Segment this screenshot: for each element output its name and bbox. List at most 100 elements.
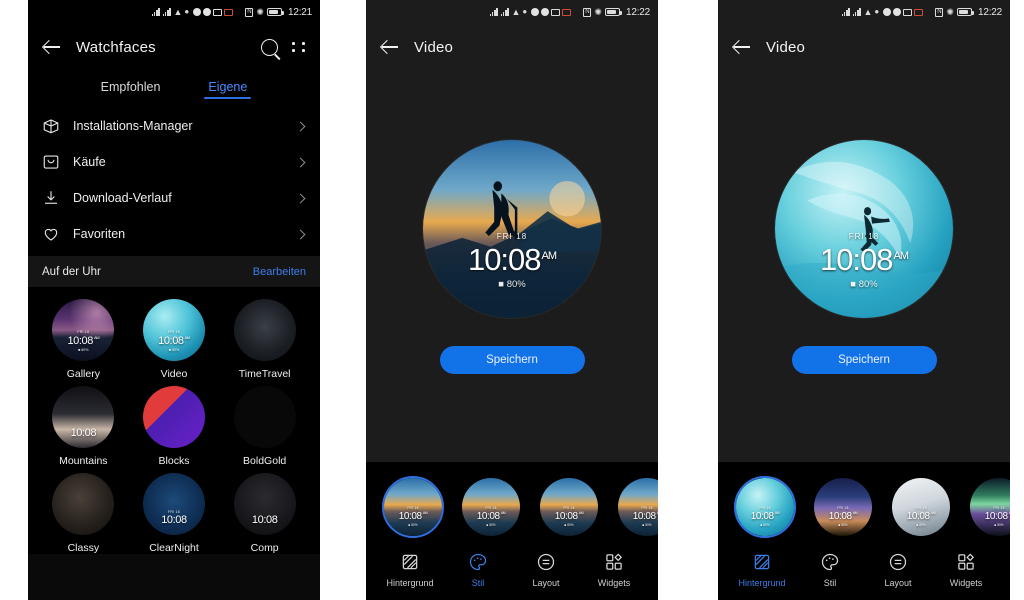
wifi-icon: ▲ xyxy=(863,7,873,17)
watchface-item-timetravel[interactable]: TimeTravel xyxy=(219,299,310,380)
watchface-thumbnail[interactable]: FRI 1810:08AM■ 80% xyxy=(736,478,794,536)
nav-item-stil[interactable]: Stil xyxy=(445,552,511,588)
carousel-thumb[interactable]: FRI 1810:08AM■ 80% xyxy=(616,476,658,538)
bottom-panel: FRI 18 10:08AM ■ 80% FRI 18 10:08AM ■ 80% FRI … xyxy=(718,462,1010,600)
signal-icon xyxy=(151,8,161,16)
save-button[interactable]: Speichern xyxy=(791,346,937,374)
carousel-thumb-selected[interactable]: FRI 18 10:08AM ■ 80% xyxy=(382,476,444,538)
watchface-item-comp[interactable]: 10:08 Comp xyxy=(219,473,310,554)
watchface-thumbnail[interactable]: FRI 1810:08AM■ 80% xyxy=(540,478,598,536)
back-arrow-icon[interactable] xyxy=(732,37,752,57)
watchface-thumbnail[interactable]: FRI 1810:08AM■ 80% xyxy=(970,478,1010,536)
editor-area: FRI 18 10:08AM ■ 80% Speichern FRI 18 10:… xyxy=(366,70,658,600)
carousel-thumb[interactable]: FRI 1810:08AM■ 80% xyxy=(460,476,522,538)
watchface-thumbnail[interactable] xyxy=(233,299,296,361)
surfer-silhouette xyxy=(775,161,953,318)
watch-time: 10:08AM xyxy=(750,510,780,522)
menu-item-label: Favoriten xyxy=(73,227,126,241)
watchface-item-gallery[interactable]: FRI 18 10:08AM ■ 80% Gallery xyxy=(38,299,129,380)
nav-item-widgets[interactable]: Widgets xyxy=(933,552,999,588)
menu-item-installations-manager[interactable]: Installations-Manager xyxy=(28,108,320,144)
bluetooth-icon: ✺ xyxy=(946,7,954,17)
watch-readout: FRI 1810:08AM■ 80% xyxy=(540,507,598,527)
watchface-item-classy[interactable]: Classy xyxy=(38,473,129,554)
carousel-thumb[interactable]: FRI 1810:08AM■ 80% xyxy=(890,476,952,538)
signal-icon xyxy=(489,8,499,16)
save-button[interactable]: Speichern xyxy=(439,346,585,374)
watchface-thumbnail[interactable] xyxy=(52,473,115,535)
watch-time: 10:08AM xyxy=(476,510,506,522)
watch-readout: 10:08 xyxy=(52,427,114,439)
watchface-item-video[interactable]: FRI 18 10:08AM ■ 80% Video xyxy=(129,299,220,380)
watchface-preview[interactable]: FRI 18 10:08AM ■ 80% xyxy=(775,140,953,318)
watch-date: FRI 18 xyxy=(759,506,771,511)
watchface-preview[interactable]: FRI 18 10:08AM ■ 80% xyxy=(423,140,601,318)
back-arrow-icon[interactable] xyxy=(380,37,400,57)
status-icons-right: N ✺ 12:22 xyxy=(935,7,1002,18)
menu-item-label: Käufe xyxy=(73,155,106,169)
back-arrow-icon[interactable] xyxy=(42,37,62,57)
widgets-icon xyxy=(956,552,976,572)
watchface-thumbnail[interactable]: FRI 1810:08AM■ 80% xyxy=(892,478,950,536)
app-icon-2 xyxy=(541,8,550,16)
menu-item-kaeufe[interactable]: Käufe xyxy=(28,144,320,180)
watchface-item-boldgold[interactable]: BoldGold xyxy=(219,386,310,467)
watchface-thumbnail[interactable]: 10:08 xyxy=(233,473,296,535)
phone-panel-background-editor: ▲ ● N ✺ 12:22 Video FRI 18 10:08AM ■ 80%… xyxy=(718,0,1010,600)
app-icon-1 xyxy=(883,8,892,16)
app-icon-3 xyxy=(213,8,223,16)
tab-eigene[interactable]: Eigene xyxy=(204,74,252,102)
nav-item-layout[interactable]: Layout xyxy=(513,552,579,588)
watchface-thumbnail[interactable]: FRI 1810:08AM■ 80% xyxy=(384,478,442,536)
watch-time: 10:08AM xyxy=(554,510,584,522)
watch-battery: ■ 80% xyxy=(642,522,652,527)
watch-readout: FRI 1810:08AM■ 80% xyxy=(814,507,872,527)
watchface-thumbnail[interactable]: FRI 1810:08AM■ 80% xyxy=(52,299,115,361)
watch-time: 10:08AM xyxy=(906,510,936,522)
alarm-icon: ● xyxy=(874,7,880,16)
watchface-thumbnail[interactable] xyxy=(142,386,205,448)
watch-battery: ■ 80% xyxy=(168,347,180,352)
watchface-thumbnail[interactable]: FRI 1810:08AM■ 80% xyxy=(814,478,872,536)
watch-time: 10:08AM xyxy=(158,334,190,347)
phone-panel-style-editor: ▲ ● N ✺ 12:22 Video FRI 18 10:08AM ■ 80%… xyxy=(366,0,658,600)
status-bar: ▲ ● N ✺ 12:22 xyxy=(366,0,658,24)
watchface-thumbnail[interactable]: FRI 1810:08AM■ 80% xyxy=(618,478,658,536)
watchface-item-blocks[interactable]: Blocks xyxy=(129,386,220,467)
watch-date: FRI 18 xyxy=(641,506,653,511)
watch-time: 10:08 xyxy=(161,514,187,527)
nav-item-layout[interactable]: Layout xyxy=(865,552,931,588)
watchface-thumbnail[interactable]: 10:08 xyxy=(52,386,115,448)
watch-battery: ■ 80% xyxy=(994,522,1004,527)
carousel-thumb-selected[interactable]: FRI 18 10:08AM ■ 80% xyxy=(734,476,796,538)
menu-item-download-verlauf[interactable]: Download-Verlauf xyxy=(28,180,320,216)
carousel-thumb[interactable]: FRI 1810:08AM■ 80% xyxy=(538,476,600,538)
nav-item-hintergrund[interactable]: Hintergrund xyxy=(377,552,443,588)
bluetooth-icon: ✺ xyxy=(256,7,264,17)
edit-link[interactable]: Bearbeiten xyxy=(253,266,306,278)
layout-icon xyxy=(536,552,556,572)
nav-item-stil[interactable]: Stil xyxy=(797,552,863,588)
background-carousel[interactable]: FRI 18 10:08AM ■ 80% FRI 18 10:08AM ■ 80% FRI … xyxy=(718,462,1010,538)
watch-date: FRI 18 xyxy=(915,506,927,511)
watchface-item-clearnight[interactable]: FRI 18 10:08 ClearNight xyxy=(129,473,220,554)
carousel-thumb[interactable]: FRI 1810:08AM■ 80% xyxy=(812,476,874,538)
tab-empfohlen[interactable]: Empfohlen xyxy=(99,74,163,102)
watchface-thumbnail[interactable]: FRI 1810:08AM■ 80% xyxy=(142,299,205,361)
watchface-thumbnail[interactable] xyxy=(233,386,296,448)
menu-item-favoriten[interactable]: Favoriten xyxy=(28,216,320,252)
style-carousel[interactable]: FRI 18 10:08AM ■ 80% FRI 18 10:08AM ■ 80% FRI … xyxy=(366,462,658,538)
watchface-name: Classy xyxy=(67,542,100,554)
watchface-thumbnail[interactable]: FRI 1810:08AM■ 80% xyxy=(462,478,520,536)
watchface-item-mountains[interactable]: 10:08 Mountains xyxy=(38,386,129,467)
nav-item-widgets[interactable]: Widgets xyxy=(581,552,647,588)
watchface-thumbnail[interactable]: FRI 18 10:08 xyxy=(142,473,205,535)
watch-battery: ■ 80% xyxy=(850,279,878,291)
grid-menu-icon[interactable] xyxy=(292,39,306,55)
watch-time: 10:08 xyxy=(70,427,97,440)
nav-item-hintergrund[interactable]: Hintergrund xyxy=(729,552,795,588)
app-bar: Video xyxy=(366,24,658,70)
search-icon[interactable] xyxy=(261,38,278,56)
signal-icon-2 xyxy=(162,8,172,16)
carousel-thumb[interactable]: FRI 1810:08AM■ 80% xyxy=(968,476,1010,538)
